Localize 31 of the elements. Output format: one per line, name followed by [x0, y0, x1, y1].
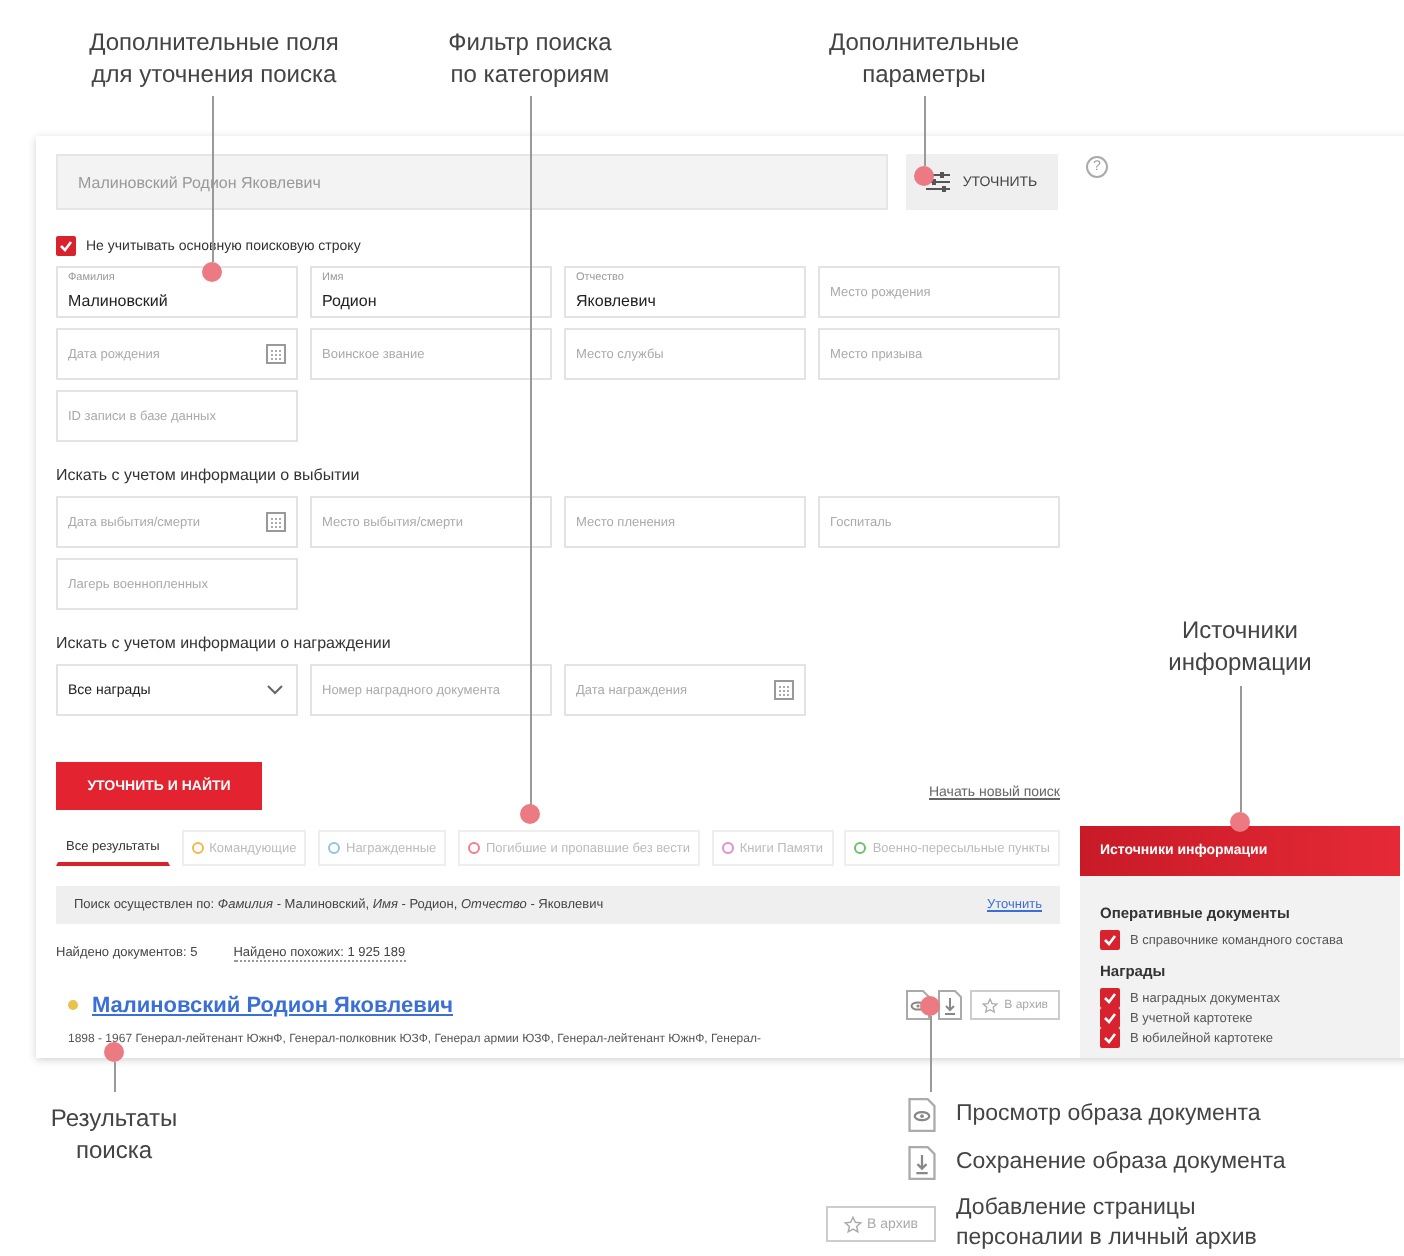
star-icon [843, 1215, 862, 1233]
checkbox[interactable] [1100, 1008, 1120, 1028]
calendar-icon[interactable] [266, 344, 286, 364]
document-download-icon[interactable] [938, 990, 963, 1020]
document-download-icon [908, 1146, 936, 1180]
leader-line [930, 1016, 932, 1092]
checkbox[interactable] [56, 236, 76, 256]
chevron-icon [266, 684, 284, 696]
callout-text: Дополнительные параметры [827, 26, 1021, 90]
checkbox[interactable] [1100, 1028, 1120, 1048]
callout-pin [104, 1042, 124, 1062]
legend-text: Сохранение образа документа [956, 1148, 1288, 1178]
checkbox[interactable] [1100, 930, 1120, 950]
document-eye-icon [908, 1098, 936, 1132]
callout-text: Дополнительные поля для уточнения поиска [87, 26, 341, 90]
calendar-icon[interactable] [774, 680, 794, 700]
legend-text: Просмотр образа документа [956, 1100, 1263, 1130]
result-title-link[interactable]: Малиновский Родион Яковлевич [92, 993, 453, 1017]
callout-text: Результаты поиска [48, 1102, 180, 1166]
checkbox[interactable] [1100, 988, 1120, 1008]
callout-text: Источники информации [1166, 614, 1314, 678]
section-heading: Искать с учетом информации о выбытии [56, 466, 360, 484]
leader-line [114, 1062, 116, 1092]
leader-line [924, 96, 926, 166]
callout-text: Фильтр поиска по категориям [446, 26, 614, 90]
section-heading: Искать с учетом информации о награждении [56, 634, 391, 652]
legend-text: Добавление страницы персоналии в личный архив [956, 1194, 1259, 1254]
leader-line [1240, 686, 1242, 812]
sliders-icon [926, 172, 951, 192]
star-icon [982, 997, 999, 1013]
calendar-icon[interactable] [266, 512, 286, 532]
